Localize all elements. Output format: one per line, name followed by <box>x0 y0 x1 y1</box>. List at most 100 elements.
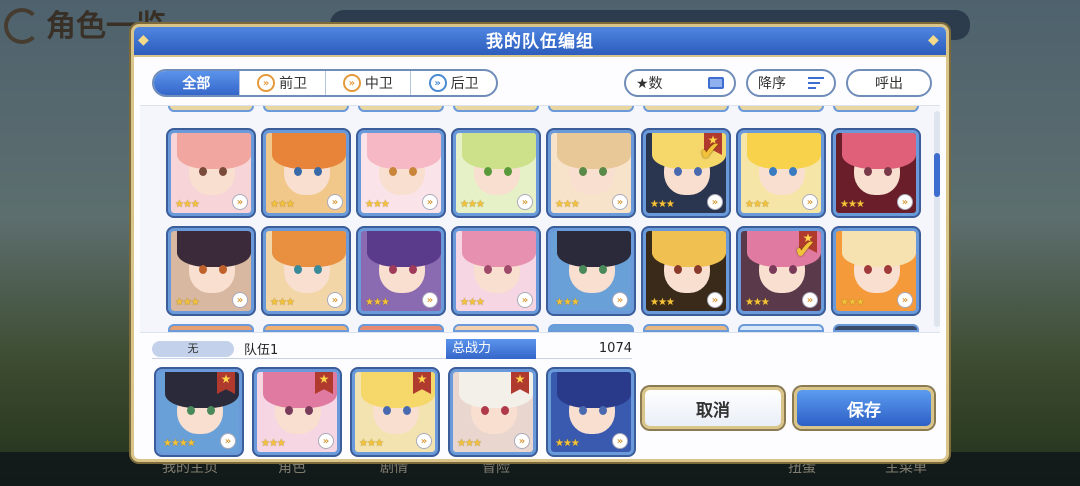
partial-card-top <box>263 106 349 112</box>
character-eye <box>305 406 313 415</box>
character-hair <box>557 372 631 408</box>
character-eye <box>187 406 195 415</box>
character-hair <box>652 231 726 267</box>
character-card[interactable]: ★★★ » <box>358 228 444 314</box>
character-eye <box>199 265 207 274</box>
character-eye <box>501 406 509 415</box>
character-card[interactable]: ★★★» ★ <box>450 369 536 455</box>
role-icon: » <box>416 433 432 449</box>
call-button[interactable]: 呼出 <box>846 69 932 97</box>
role-icon: » <box>514 433 530 449</box>
character-eye <box>314 167 322 176</box>
save-button[interactable]: 保存 <box>794 387 934 429</box>
character-card[interactable]: ★★★ » <box>548 228 634 314</box>
rearguard-icon: » <box>428 74 447 92</box>
star-rating: ★★★ <box>840 297 865 308</box>
star-rating: ★★★ <box>261 438 286 449</box>
tab-all[interactable]: 全部 <box>154 71 239 95</box>
character-hair <box>557 133 631 169</box>
role-icon: » <box>318 433 334 449</box>
role-icon: » <box>707 292 723 308</box>
character-hair <box>557 231 631 267</box>
character-eye <box>219 167 227 176</box>
tab-rearguard[interactable]: » 后卫 <box>410 71 496 95</box>
role-icon: » <box>232 194 248 210</box>
character-eye <box>219 265 227 274</box>
character-eye <box>599 406 607 415</box>
partial-card-bottom <box>453 324 539 332</box>
character-eye <box>504 167 512 176</box>
character-card[interactable]: ★★★ » <box>643 228 729 314</box>
character-card[interactable]: ★★★» ★ <box>352 369 438 455</box>
character-card[interactable]: ★★★ » <box>168 228 254 314</box>
character-eye <box>207 406 215 415</box>
dialog-title: 我的队伍编组 <box>134 27 946 57</box>
character-hair <box>177 231 251 267</box>
partial-card-bottom <box>263 324 349 332</box>
role-icon: » <box>327 194 343 210</box>
sort-icon <box>808 77 824 89</box>
partial-card-top <box>833 106 919 112</box>
character-card[interactable]: ★★★ » <box>263 228 349 314</box>
character-eye <box>314 265 322 274</box>
star-rating: ★★★ <box>359 438 384 449</box>
character-card[interactable]: ★★★★» ★ <box>156 369 242 455</box>
character-eye <box>403 406 411 415</box>
tab-vanguard[interactable]: » 前卫 <box>238 71 325 95</box>
role-icon: » <box>220 433 236 449</box>
character-card[interactable]: ★★★ » <box>168 130 254 216</box>
call-label: 呼出 <box>875 76 903 92</box>
partial-card-bottom <box>168 324 254 332</box>
character-eye <box>789 265 797 274</box>
character-eye <box>389 265 397 274</box>
grid-scroll-thumb[interactable] <box>934 153 940 197</box>
character-grid[interactable]: ★★★» ★★★» ★★★» ★★★» ★★★» ★★★» ★ ✔ ★★★» ★★★» ★★★» ★★… <box>140 105 940 333</box>
star-rating: ★★★ <box>555 297 580 308</box>
character-hair <box>367 133 441 169</box>
midguard-icon: » <box>342 74 361 92</box>
character-hair <box>367 231 441 267</box>
tab-vanguard-label: 前卫 <box>279 76 308 92</box>
star-rating: ★★★ <box>650 199 675 210</box>
character-card[interactable]: ★★★ » <box>453 130 539 216</box>
character-card[interactable]: ★★★ » <box>453 228 539 314</box>
character-card[interactable]: ★★★ » <box>548 130 634 216</box>
character-eye <box>481 406 489 415</box>
character-card[interactable]: ★★★ » <box>263 130 349 216</box>
character-card[interactable]: ★★★ » <box>548 369 634 455</box>
star-rating: ★★★ <box>365 199 390 210</box>
character-card[interactable]: ★★★ » <box>833 130 919 216</box>
team-name: 队伍1 <box>244 343 279 358</box>
partial-card-top <box>738 106 824 112</box>
character-card[interactable]: ★★★ » <box>833 228 919 314</box>
sort-order-button[interactable]: 降序 <box>746 69 836 97</box>
partial-card-top <box>548 106 634 112</box>
character-card[interactable]: ★★★ » <box>738 130 824 216</box>
role-icon: » <box>422 292 438 308</box>
role-icon: » <box>232 292 248 308</box>
role-icon: » <box>897 292 913 308</box>
tab-midguard[interactable]: » 中卫 <box>324 71 411 95</box>
total-power-label: 总战力 <box>446 339 536 359</box>
cancel-button[interactable]: 取消 <box>642 387 784 429</box>
sort-field-button[interactable]: ★数 <box>624 69 736 97</box>
star-rating: ★★★ <box>460 199 485 210</box>
role-icon: » <box>327 292 343 308</box>
role-icon: » <box>612 433 628 449</box>
character-eye <box>579 406 587 415</box>
grid-scrollbar[interactable] <box>934 111 940 327</box>
star-rating: ★★★ <box>840 199 865 210</box>
role-icon: » <box>422 194 438 210</box>
character-eye <box>383 406 391 415</box>
character-card[interactable]: ★★★» ★ <box>254 369 340 455</box>
star-rating: ★★★ <box>175 297 200 308</box>
character-eye <box>884 167 892 176</box>
role-icon: » <box>897 194 913 210</box>
character-card[interactable]: ★★★ » <box>358 130 444 216</box>
character-eye <box>674 265 682 274</box>
role-filter-tabs: 全部 » 前卫 » 中卫 » 后卫 <box>152 69 498 97</box>
tab-rearguard-label: 后卫 <box>450 76 479 92</box>
star-rating: ★★★★ <box>163 438 196 449</box>
partial-card-top <box>453 106 539 112</box>
role-icon: » <box>802 292 818 308</box>
